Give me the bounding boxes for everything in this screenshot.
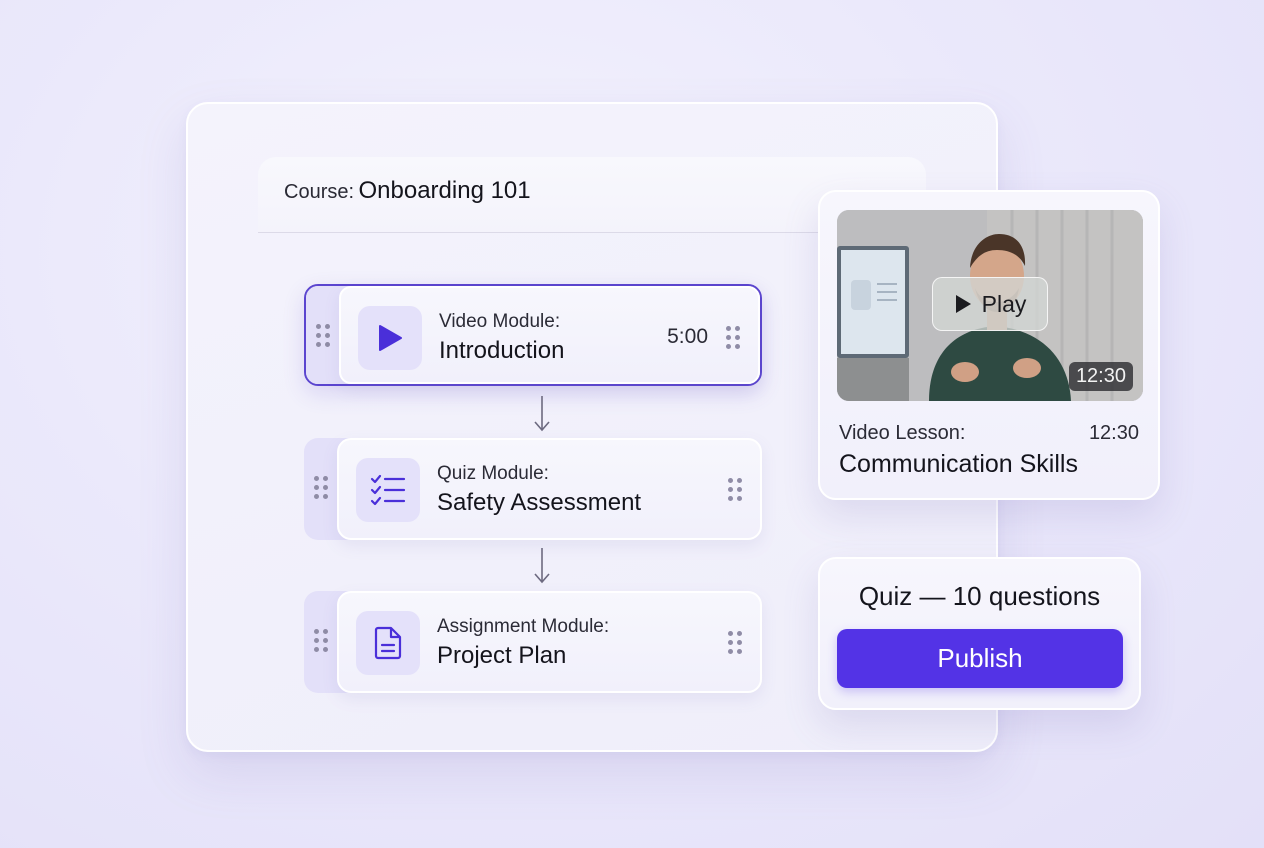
- play-label: Play: [981, 290, 1027, 317]
- module-name: Safety Assessment: [437, 489, 642, 516]
- module-text: Quiz Module: Safety Assessment: [437, 462, 641, 520]
- drag-handle-icon[interactable]: [316, 324, 330, 348]
- play-icon: [955, 295, 971, 313]
- module-name: Project Plan: [437, 642, 567, 669]
- video-thumbnail[interactable]: Play 12:30: [837, 210, 1143, 401]
- play-icon: [358, 306, 422, 370]
- module-type: Video Module:: [439, 311, 561, 332]
- module-assignment-project-plan[interactable]: Assignment Module: Project Plan: [304, 591, 762, 693]
- arrow-down-icon: [534, 548, 550, 584]
- module-duration: 5:00: [667, 325, 708, 348]
- quiz-publish-card: Quiz — 10 questions Publish: [818, 557, 1141, 710]
- quiz-title: Quiz — 10 questions: [858, 581, 1101, 611]
- video-lesson-card[interactable]: Play 12:30 Video Lesson: 12:30 Communica…: [818, 190, 1160, 500]
- thumbnail-duration-badge: 12:30: [1068, 362, 1133, 391]
- course-title: Course: Onboarding 101: [284, 177, 531, 205]
- module-text: Video Module: Introduction: [439, 310, 564, 368]
- drag-handle-icon[interactable]: [314, 476, 328, 500]
- checklist-icon: [356, 458, 420, 522]
- module-type: Quiz Module:: [437, 463, 549, 484]
- module-quiz-safety-assessment[interactable]: Quiz Module: Safety Assessment: [304, 438, 762, 540]
- drag-handle-icon[interactable]: [728, 478, 742, 502]
- course-name[interactable]: Onboarding 101: [358, 177, 530, 204]
- module-name: Introduction: [439, 337, 565, 364]
- drag-handle-icon[interactable]: [726, 326, 740, 350]
- course-label: Course:: [284, 181, 355, 203]
- lesson-duration: 12:30: [1088, 422, 1139, 444]
- drag-handle-icon[interactable]: [728, 631, 742, 655]
- arrow-down-icon: [534, 396, 550, 432]
- module-card[interactable]: Quiz Module: Safety Assessment: [337, 438, 762, 540]
- lesson-name: Communication Skills: [839, 450, 1078, 478]
- module-card[interactable]: Video Module: Introduction 5:00: [339, 286, 760, 384]
- module-type: Assignment Module:: [437, 616, 610, 637]
- module-card[interactable]: Assignment Module: Project Plan: [337, 591, 762, 693]
- publish-button[interactable]: Publish: [837, 629, 1123, 688]
- document-icon: [356, 611, 420, 675]
- play-button[interactable]: Play: [932, 277, 1048, 331]
- drag-handle-icon[interactable]: [314, 629, 328, 653]
- lesson-type: Video Lesson:: [839, 422, 966, 444]
- module-video-introduction[interactable]: Video Module: Introduction 5:00: [304, 284, 762, 386]
- module-text: Assignment Module: Project Plan: [437, 615, 609, 673]
